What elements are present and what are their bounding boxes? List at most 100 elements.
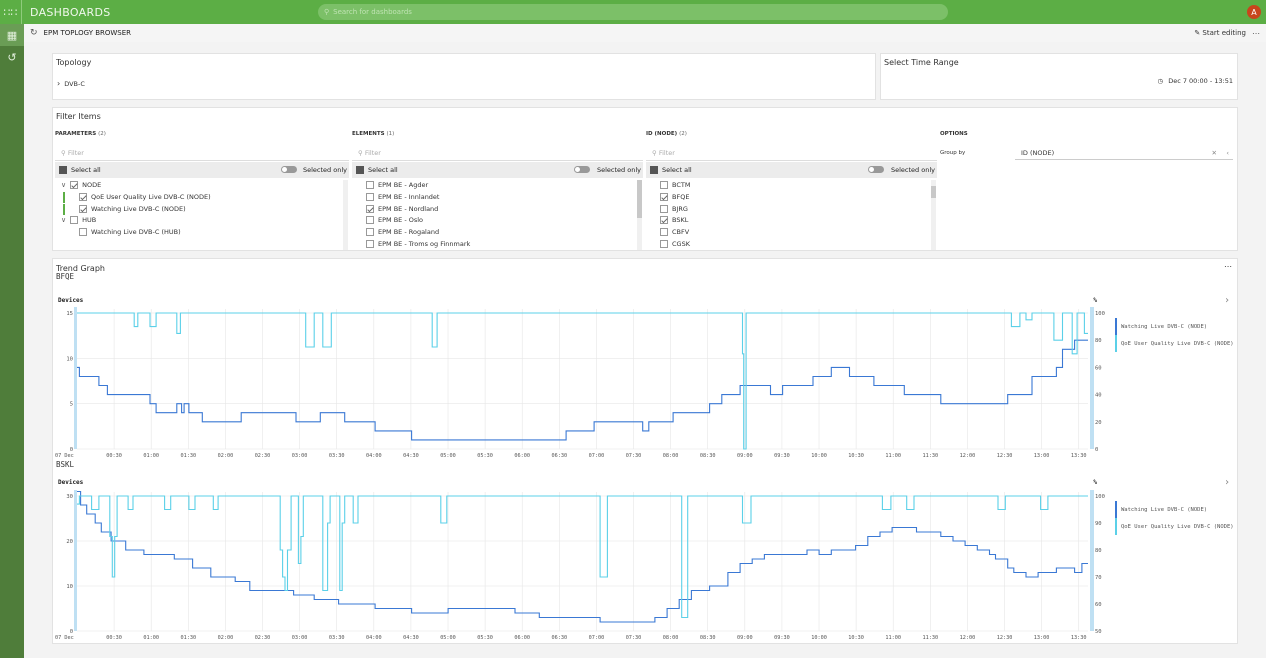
search-input[interactable]: ⚲ Search for dashboards — [318, 4, 948, 20]
ids-filter-input[interactable]: ⚲ Filter — [646, 146, 937, 161]
ids-selected-only-label: Selected only — [891, 166, 935, 174]
ids-scrollbar[interactable] — [931, 180, 936, 250]
x-tick-label: 01:00 — [143, 453, 159, 459]
y2-tick-label: 90 — [1095, 521, 1102, 527]
parameters-selected-only-toggle[interactable] — [281, 166, 297, 173]
list-item[interactable]: CBFV — [660, 228, 690, 237]
elements-select-all-checkbox[interactable] — [356, 166, 364, 174]
series-line — [77, 490, 1088, 623]
list-item[interactable]: ∨ NODE — [61, 181, 101, 189]
app-title[interactable]: DASHBOARDS — [30, 6, 320, 19]
elements-selected-only-toggle[interactable] — [574, 166, 590, 173]
chevron-down-icon[interactable]: ∨ — [61, 216, 66, 224]
list-item[interactable]: EPM BE - Rogaland — [366, 228, 439, 237]
x-tick-label: 08:00 — [663, 635, 679, 641]
y-tick-label: 10 — [66, 584, 73, 590]
x-tick-label: 12:00 — [960, 453, 976, 459]
y2-tick-label: 60 — [1095, 365, 1102, 371]
list-item-label: Watching Live DVB-C (HUB) — [91, 228, 181, 237]
checkbox[interactable] — [366, 192, 374, 201]
chevron-down-icon[interactable]: ∨ — [61, 181, 66, 189]
x-tick-label: 01:30 — [180, 635, 196, 641]
legend-label: QoE User Quality Live DVB-C (NODE) — [1121, 341, 1234, 347]
list-item[interactable]: EPM BE - Nordland — [366, 204, 438, 213]
topology-panel: Topology › DVB-C — [52, 53, 876, 100]
group-by-select[interactable]: ID (NODE) ✕ ‹ — [1015, 146, 1233, 160]
list-item-label: HUB — [82, 216, 97, 225]
list-item-label: CBFV — [672, 228, 690, 237]
checkbox[interactable] — [660, 216, 668, 225]
checkbox[interactable] — [366, 204, 374, 213]
time-range-picker[interactable]: ◷ Dec 7 00:00 - 13:51 — [1158, 77, 1233, 85]
page-title: EPM TOPLOGY BROWSER — [43, 29, 132, 37]
start-editing-button[interactable]: ✎ Start editing — [1194, 29, 1246, 37]
y-tick-label: 15 — [66, 311, 73, 317]
parameters-select-all-checkbox[interactable] — [59, 166, 67, 174]
list-item[interactable]: EPM BE - Innlandet — [366, 192, 439, 201]
x-tick-label: 01:00 — [143, 635, 159, 641]
x-tick-label: 03:30 — [329, 453, 345, 459]
list-item[interactable]: BFQE — [660, 192, 689, 201]
list-item[interactable]: EPM BE - Agder — [366, 181, 428, 189]
list-item[interactable]: Watching Live DVB-C (HUB) — [79, 228, 181, 237]
checkbox[interactable] — [660, 181, 668, 189]
list-item[interactable]: QoE User Quality Live DVB-C (NODE) — [63, 191, 211, 203]
series-line — [77, 312, 1088, 450]
avatar[interactable]: A — [1247, 5, 1261, 19]
checkbox[interactable] — [660, 204, 668, 213]
y2-tick-label: 70 — [1095, 575, 1102, 581]
list-item[interactable]: EPM BE - Troms og Finnmark — [366, 240, 470, 248]
list-item-label: EPM BE - Oslo — [378, 216, 424, 225]
checkbox[interactable] — [79, 192, 87, 201]
list-item[interactable]: BSKL — [660, 216, 688, 225]
chevron-left-icon[interactable]: ‹ — [1226, 149, 1229, 157]
range-band-left — [74, 490, 77, 631]
topology-node[interactable]: › DVB-C — [57, 79, 85, 88]
app-launcher-icon[interactable]: ∷∷ — [0, 0, 22, 24]
list-item-label: EPM BE - Troms og Finnmark — [378, 240, 471, 248]
x-tick-label: 06:30 — [551, 635, 567, 641]
elements-filter-input[interactable]: ⚲ Filter — [352, 146, 643, 161]
list-item-label: CGSK — [672, 240, 690, 248]
checkbox[interactable] — [366, 228, 374, 237]
left-rail: ▦ ↺ — [0, 24, 24, 658]
checkbox[interactable] — [660, 228, 668, 237]
x-tick-label: 05:30 — [477, 453, 493, 459]
clear-icon[interactable]: ✕ — [1212, 149, 1217, 157]
y2-tick-label: 20 — [1095, 420, 1102, 426]
y2-tick-label: 50 — [1095, 629, 1102, 635]
range-band-left — [74, 307, 77, 449]
parameters-filter-input[interactable]: ⚲ Filter — [55, 146, 349, 161]
checkbox[interactable] — [366, 216, 374, 225]
ids-select-all-checkbox[interactable] — [650, 166, 658, 174]
checkbox[interactable] — [79, 228, 87, 237]
checkbox[interactable] — [366, 181, 374, 189]
elements-scrollbar[interactable] — [637, 180, 642, 250]
list-item[interactable]: CGSK — [660, 240, 690, 248]
ids-selected-only-toggle[interactable] — [868, 166, 884, 173]
range-band-right — [1090, 307, 1094, 449]
list-item[interactable]: EPM BE - Oslo — [366, 216, 424, 225]
reload-icon[interactable]: ↻ — [30, 28, 38, 38]
x-tick-label: 04:30 — [403, 635, 419, 641]
x-tick-label: 02:00 — [218, 453, 234, 459]
parameters-scrollbar[interactable] — [343, 180, 348, 250]
history-icon[interactable]: ↺ — [0, 46, 24, 68]
checkbox[interactable] — [70, 216, 79, 225]
checkbox[interactable] — [70, 181, 79, 189]
x-tick-label: 05:30 — [477, 635, 493, 641]
checkbox[interactable] — [366, 240, 374, 248]
list-item[interactable]: BCTM — [660, 181, 690, 189]
checkbox[interactable] — [79, 204, 87, 213]
list-item[interactable]: BJRG — [660, 204, 688, 213]
more-icon[interactable]: ⋯ — [1252, 29, 1260, 38]
elements-header: ELEMENTS (1) — [352, 131, 395, 137]
topology-node-label: DVB-C — [64, 79, 85, 88]
selection-bar — [63, 191, 65, 203]
dashboards-icon[interactable]: ▦ — [0, 24, 24, 46]
checkbox[interactable] — [660, 240, 668, 248]
checkbox[interactable] — [660, 192, 668, 201]
list-item[interactable]: Watching Live DVB-C (NODE) — [63, 203, 186, 215]
x-tick-label: 03:30 — [329, 635, 345, 641]
list-item[interactable]: ∨ HUB — [61, 216, 97, 225]
